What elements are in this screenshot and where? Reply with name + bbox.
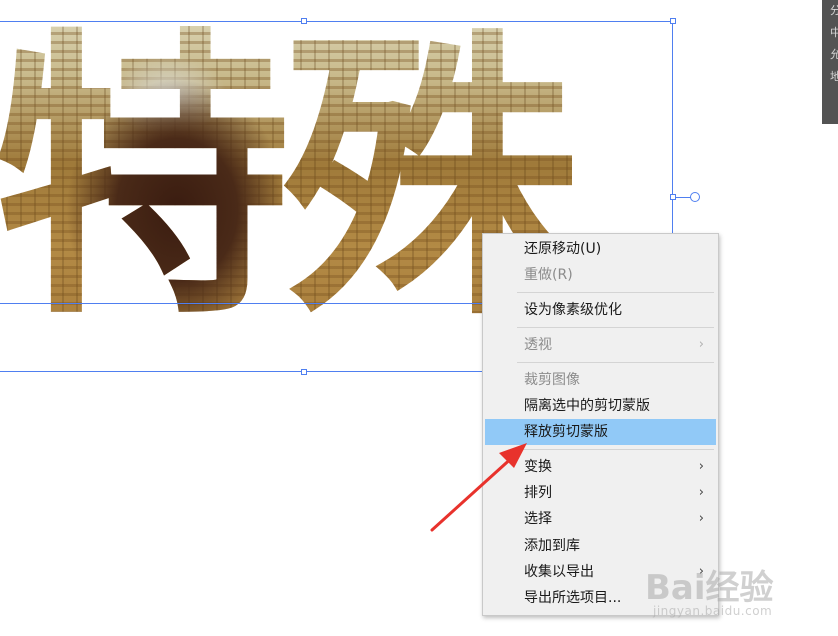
watermark-logo: Bai经验 [645,568,774,608]
menu-item-add-to-library[interactable]: 添加到库 [485,533,716,559]
menu-item-label: 变换 [524,459,552,475]
selection-guide-line [0,303,482,304]
menu-item-transform[interactable]: 变换 › [485,454,716,480]
menu-item-label: 隔离选中的剪切蒙版 [524,398,650,414]
menu-item-isolate-clipping-mask[interactable]: 隔离选中的剪切蒙版 [485,393,716,419]
menu-item-undo-move[interactable]: 还原移动(U) [485,236,716,262]
menu-item-arrange[interactable]: 排列 › [485,480,716,506]
bbox-handle-top-right[interactable] [670,18,676,24]
chevron-right-icon: › [698,485,704,500]
menu-item-label: 裁剪图像 [524,372,580,388]
menu-separator [517,362,714,363]
menu-item-label: 还原移动(U) [524,241,602,257]
baidu-jingyan-watermark: Bai经验 jingyan.baidu.com [645,560,815,630]
side-panel: 分 中 允 地 [822,0,838,124]
menu-item-select[interactable]: 选择 › [485,506,716,532]
chevron-right-icon: › [698,459,704,474]
side-panel-glyph: 分 [830,4,838,17]
side-panel-glyph: 中 [830,26,838,39]
menu-item-label: 透视 [524,337,552,353]
side-panel-glyph: 地 [830,70,838,83]
menu-separator [517,449,714,450]
chevron-right-icon: › [698,337,704,352]
context-menu: 还原移动(U) 重做(R) 设为像素级优化 透视 › 裁剪图像 隔离选中的剪切蒙… [482,233,719,616]
menu-item-pixel-optimize[interactable]: 设为像素级优化 [485,297,716,323]
menu-item-label: 重做(R) [524,267,573,283]
chevron-right-icon: › [698,511,704,526]
menu-item-release-clipping-mask[interactable]: 释放剪切蒙版 [485,419,716,445]
menu-separator [517,292,714,293]
bbox-handle-bottom[interactable] [301,369,307,375]
side-panel-glyph: 允 [830,48,838,61]
rotation-handle[interactable] [690,192,700,202]
menu-item-redo[interactable]: 重做(R) [485,262,716,288]
menu-separator [517,327,714,328]
watermark-url: jingyan.baidu.com [653,604,773,618]
menu-item-label: 设为像素级优化 [524,302,622,318]
menu-item-label: 收集以导出 [524,564,594,580]
menu-item-label: 排列 [524,485,552,501]
menu-item-label: 释放剪切蒙版 [524,424,608,440]
menu-item-crop-image[interactable]: 裁剪图像 [485,367,716,393]
menu-item-label: 添加到库 [524,538,580,554]
menu-item-label: 选择 [524,511,552,527]
menu-item-perspective[interactable]: 透视 › [485,332,716,358]
menu-item-label: 导出所选项目... [524,590,622,606]
bbox-handle-top[interactable] [301,18,307,24]
